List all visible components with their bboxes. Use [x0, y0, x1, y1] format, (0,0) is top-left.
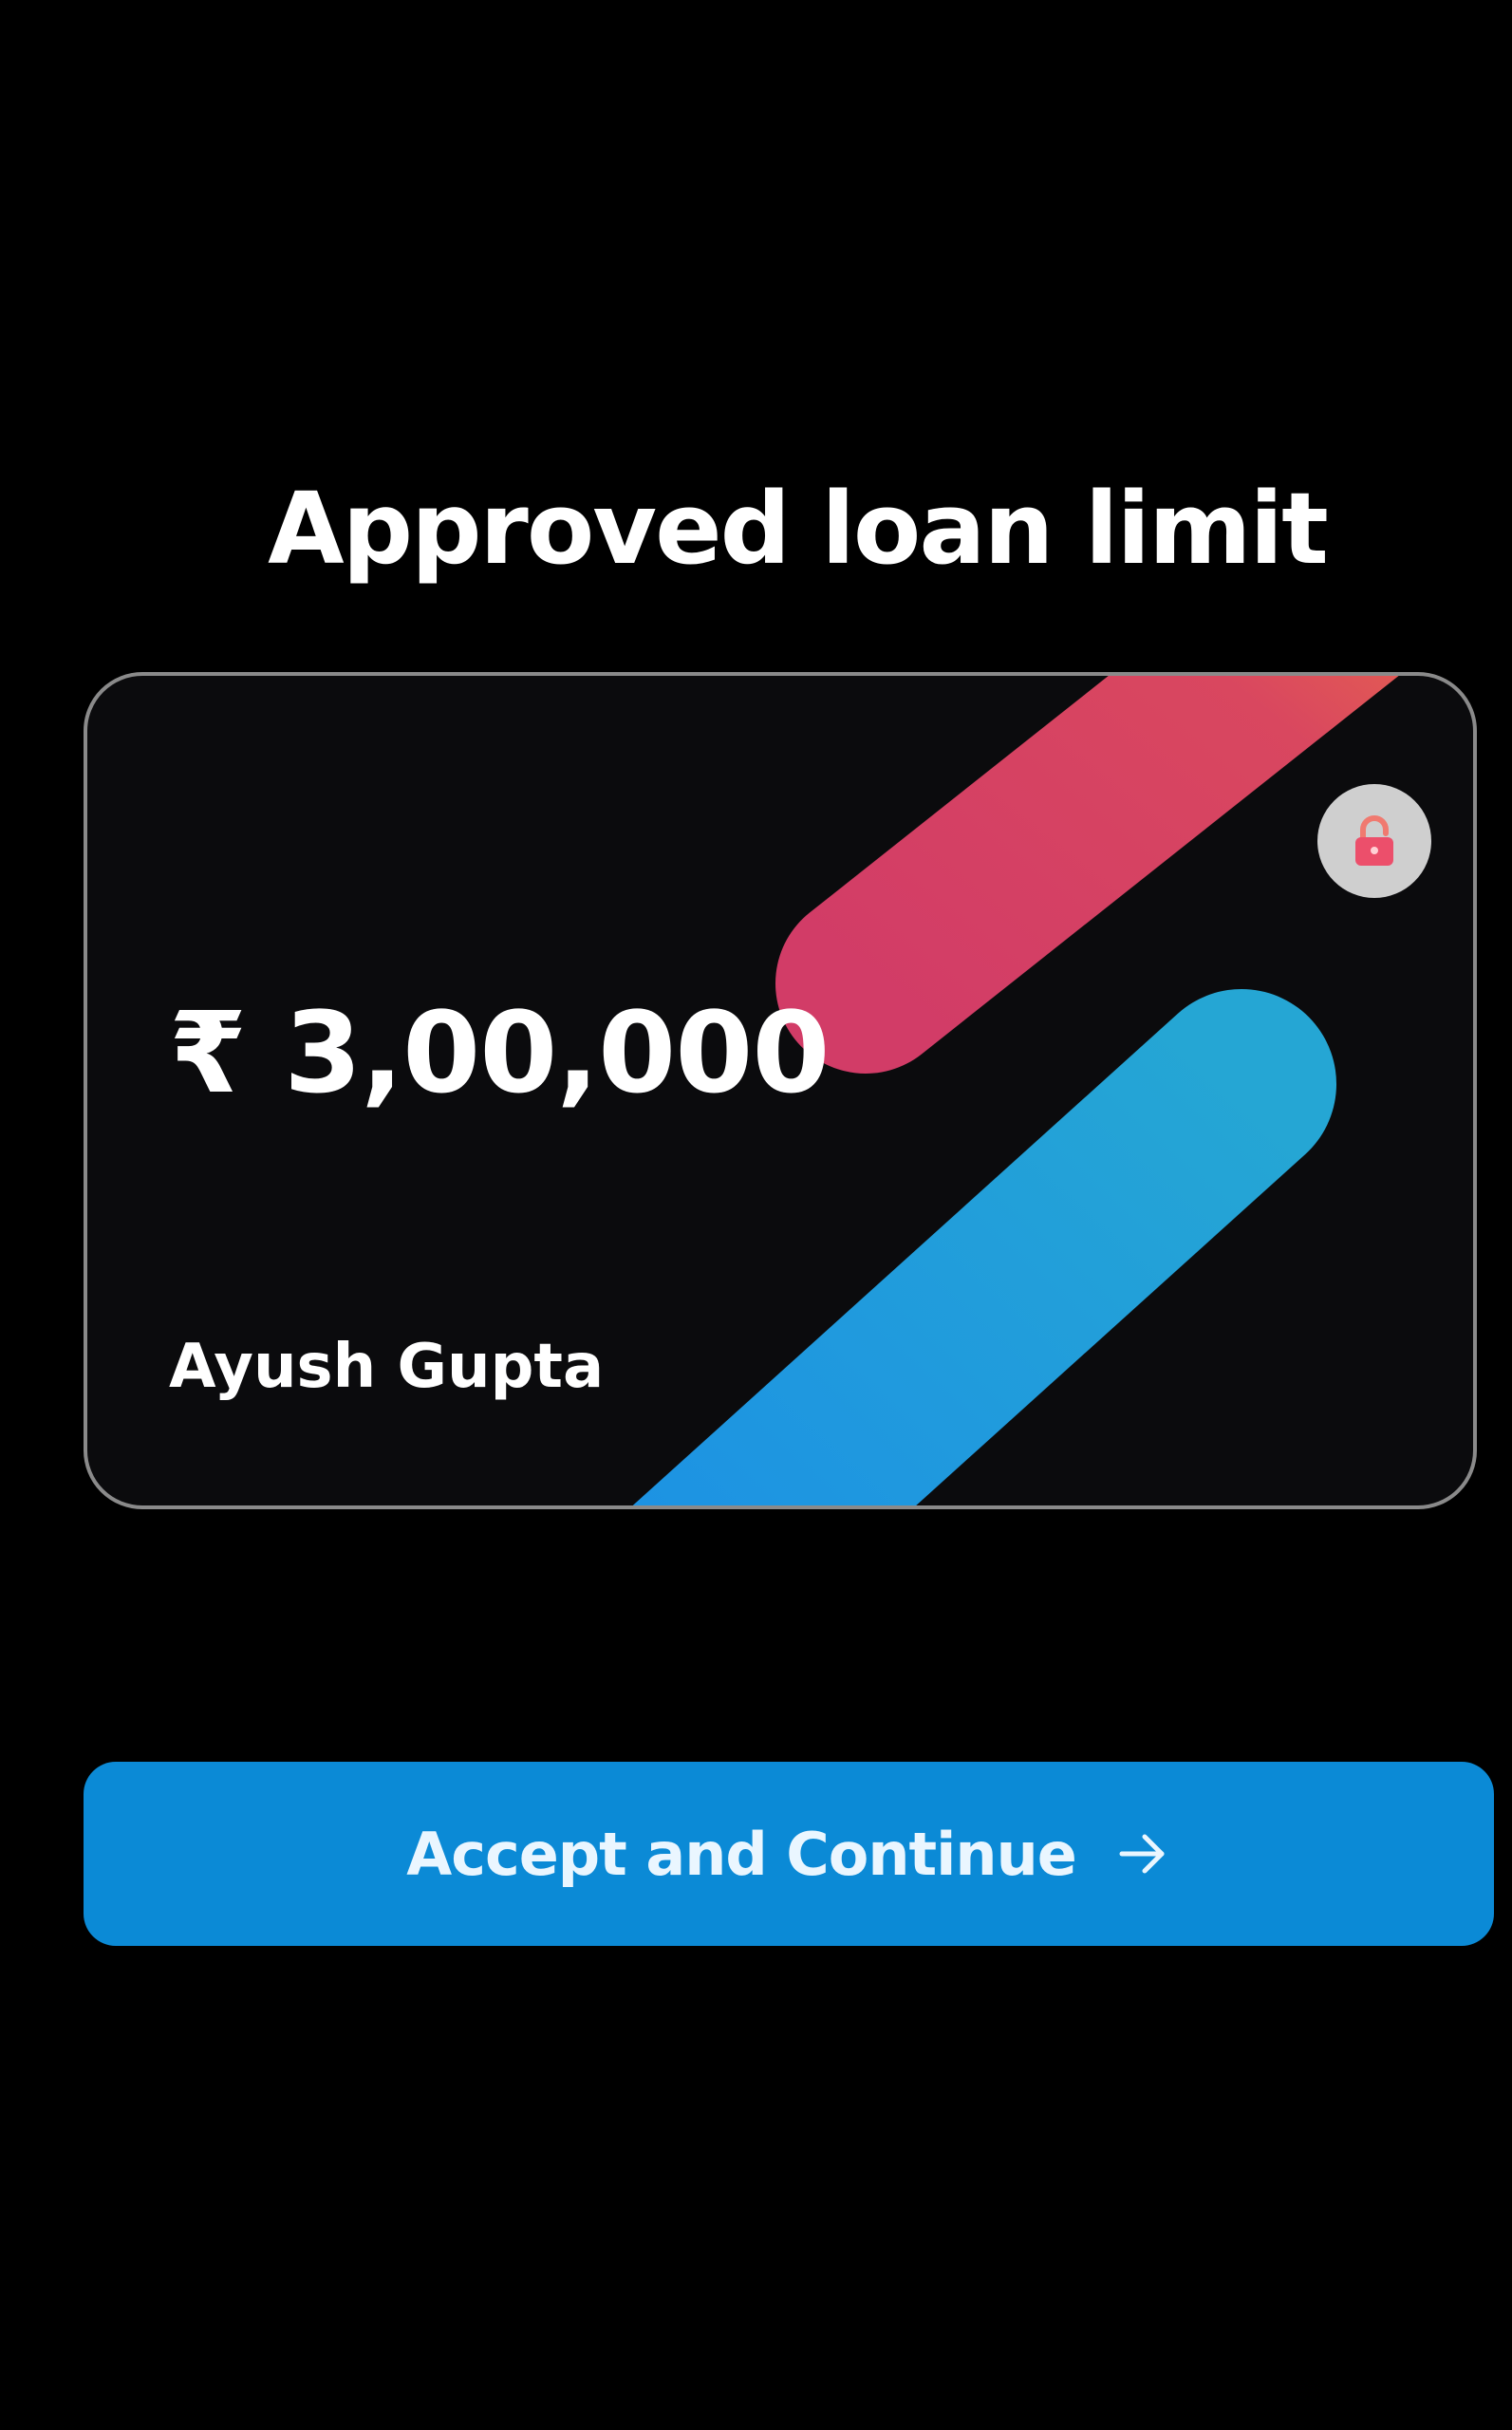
card-stripe-bottom — [632, 989, 1336, 1505]
accept-button-label: Accept and Continue — [406, 1819, 1077, 1889]
lock-badge[interactable] — [1317, 784, 1431, 898]
card-holder-name: Ayush Gupta — [169, 1332, 605, 1402]
loan-amount: ₹ 3,00,000 — [169, 987, 830, 1118]
arrow-right-icon — [1119, 1834, 1165, 1874]
page-title: Approved loan limit — [268, 471, 1329, 587]
card-stripe-top — [775, 676, 1399, 1074]
loan-approval-screen: Approved loan limit ₹ 3,00,000 Ayush Gup… — [0, 0, 1512, 2430]
loan-limit-card: ₹ 3,00,000 Ayush Gupta — [84, 672, 1477, 1509]
lock-icon — [1355, 815, 1393, 866]
accept-and-continue-button[interactable]: Accept and Continue — [84, 1762, 1494, 1946]
